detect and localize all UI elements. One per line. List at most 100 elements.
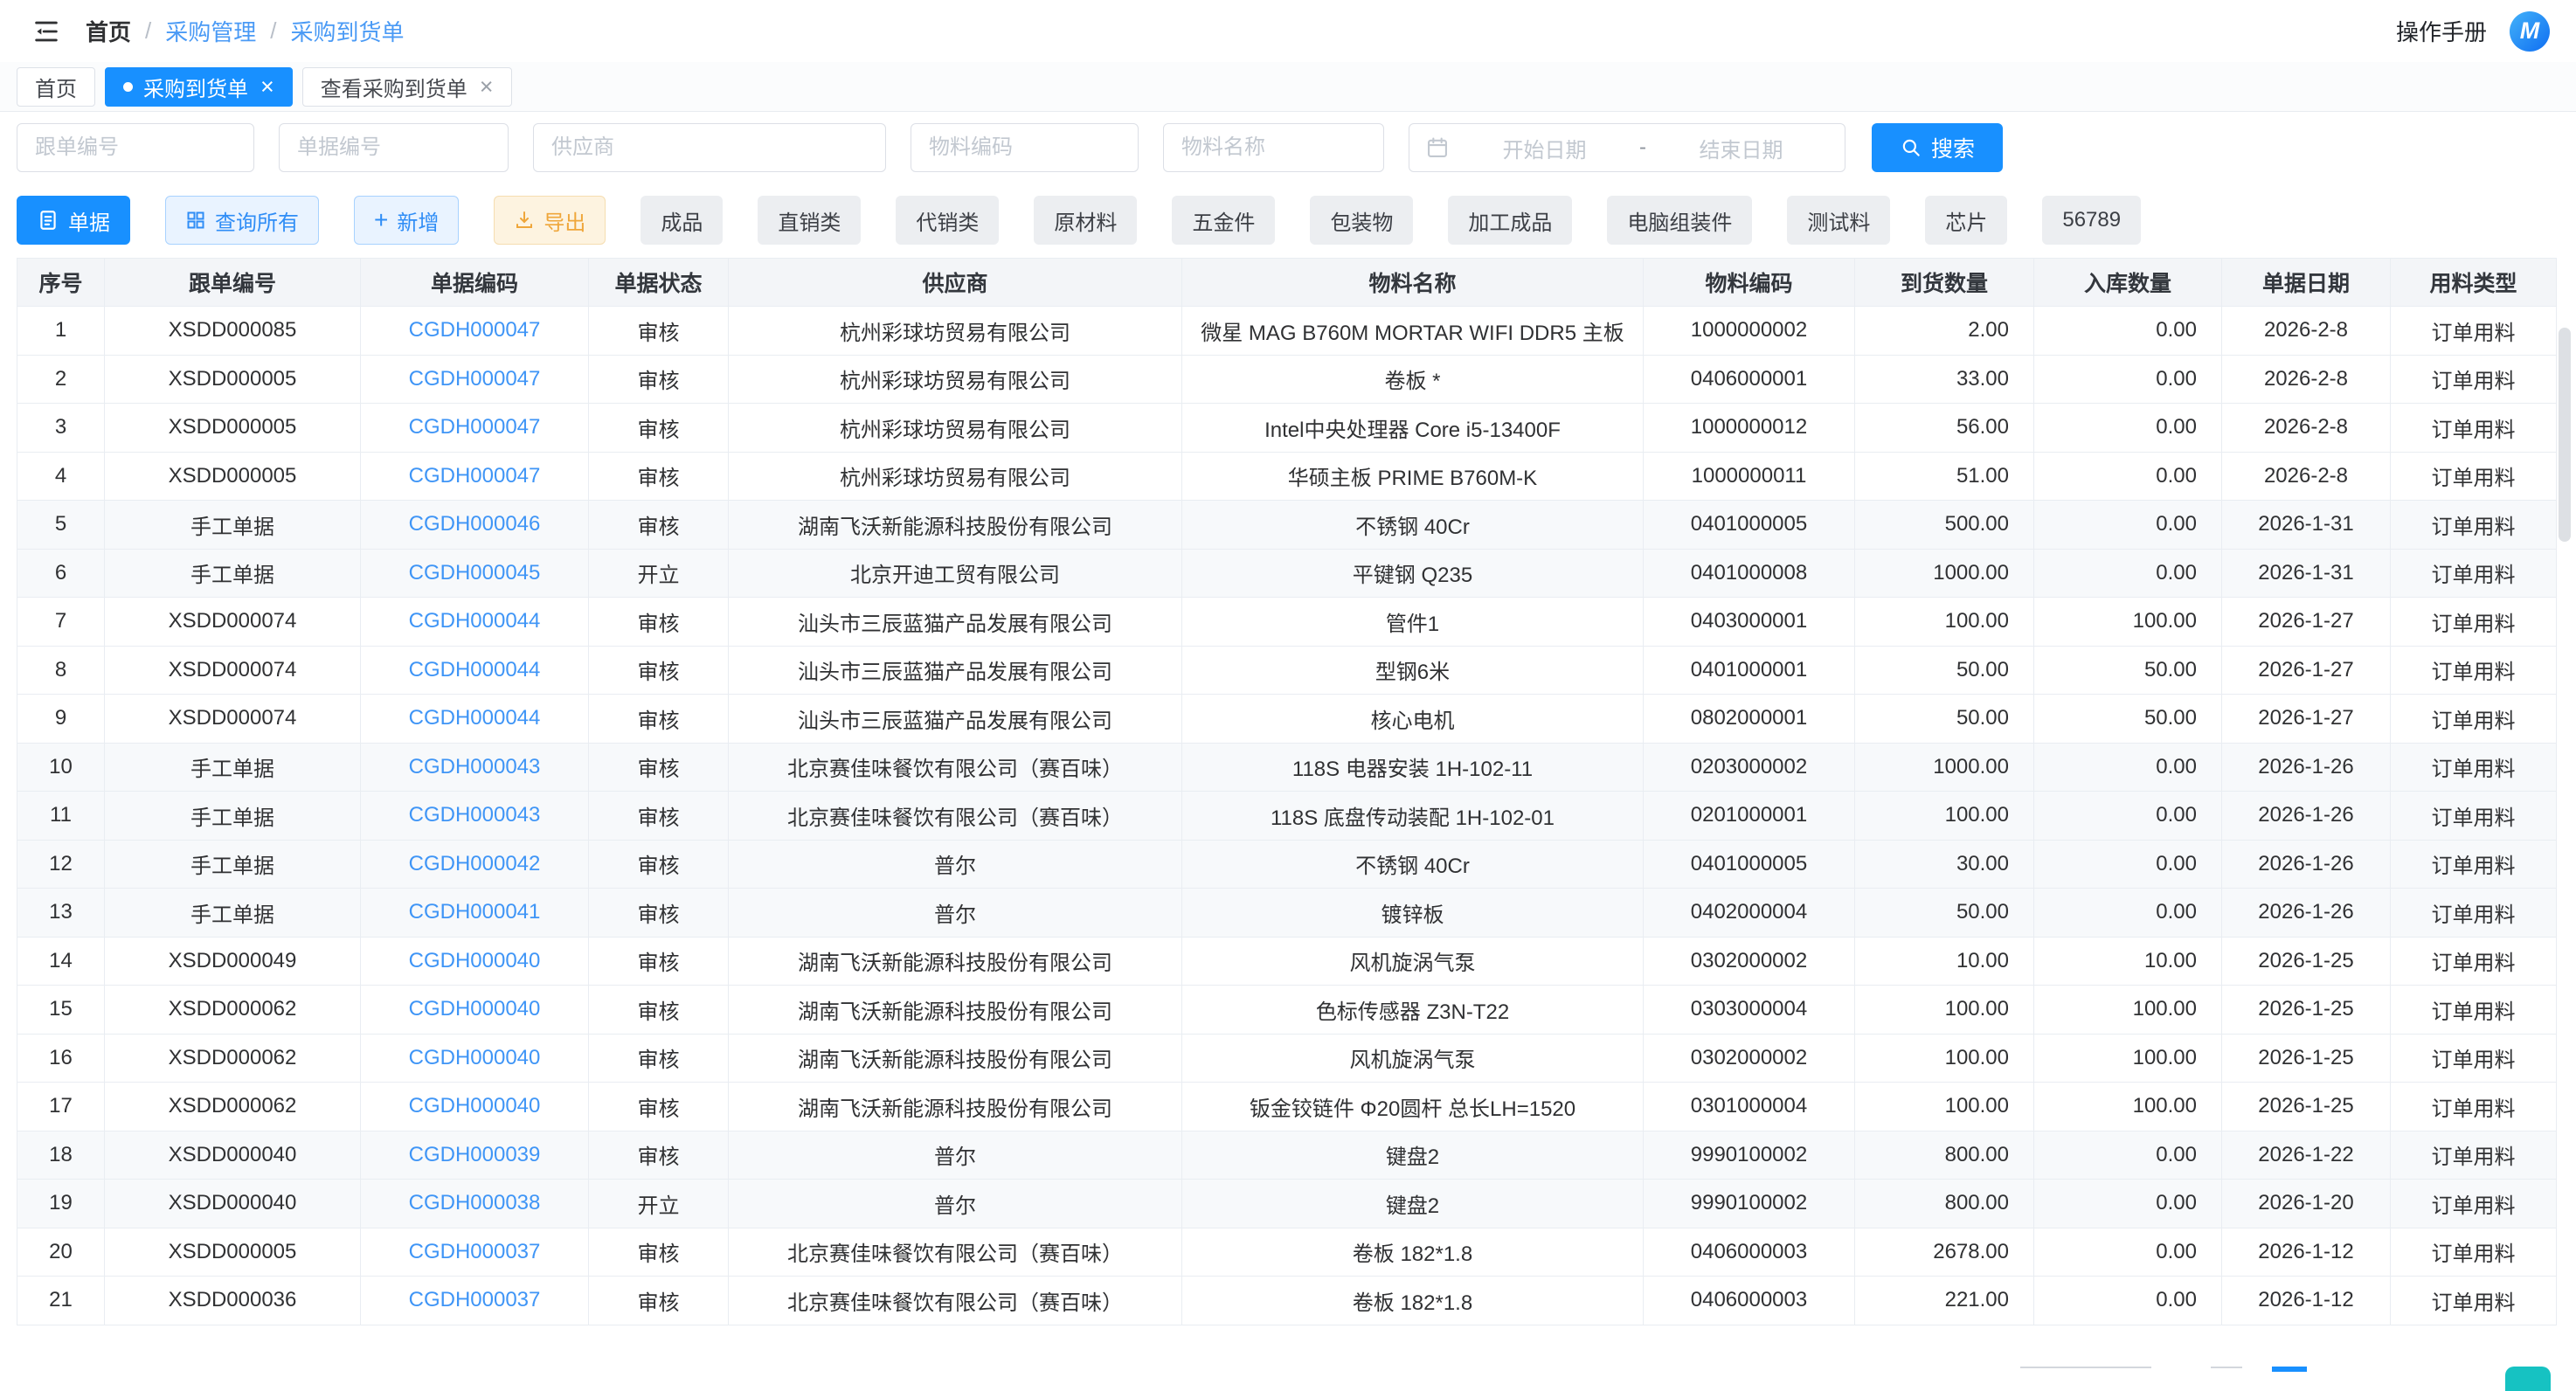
cell-doc-no: CGDH000047 bbox=[361, 404, 589, 453]
doc-no-link[interactable]: CGDH000047 bbox=[409, 367, 541, 391]
cell-seq: 13 bbox=[17, 889, 105, 938]
doc-no-link[interactable]: CGDH000040 bbox=[409, 1046, 541, 1069]
doc-no-link[interactable]: CGDH000044 bbox=[409, 609, 541, 633]
category-filter-button[interactable]: 加工成品 bbox=[1448, 196, 1572, 245]
col-seq: 序号 bbox=[17, 259, 105, 307]
cell-arrival-qty: 100.00 bbox=[1855, 792, 2034, 841]
tab-close-icon[interactable]: × bbox=[480, 75, 494, 99]
doc-no-link[interactable]: CGDH000040 bbox=[409, 1094, 541, 1118]
cell-doc-date: 2026-1-25 bbox=[2222, 1083, 2391, 1131]
cell-doc-date: 2026-2-8 bbox=[2222, 452, 2391, 501]
doc-no-link[interactable]: CGDH000047 bbox=[409, 464, 541, 488]
doc-no-link[interactable]: CGDH000047 bbox=[409, 318, 541, 342]
category-filter-button[interactable]: 直销类 bbox=[758, 196, 861, 245]
cell-supplier: 汕头市三辰蓝猫产品发展有限公司 bbox=[729, 695, 1182, 744]
doc-no-input[interactable] bbox=[279, 123, 509, 172]
breadcrumb-item-purchase-mgmt[interactable]: 采购管理 bbox=[165, 15, 256, 47]
doc-no-link[interactable]: CGDH000043 bbox=[409, 803, 541, 827]
category-filter-button[interactable]: 56789 bbox=[2042, 196, 2141, 245]
pagination-go-button[interactable] bbox=[2505, 1367, 2551, 1391]
query-all-button[interactable]: 查询所有 bbox=[165, 196, 319, 245]
doc-no-link[interactable]: CGDH000046 bbox=[409, 512, 541, 536]
doc-no-link[interactable]: CGDH000039 bbox=[409, 1143, 541, 1166]
cell-doc-date: 2026-1-26 bbox=[2222, 840, 2391, 889]
pagination-size-select[interactable] bbox=[2020, 1367, 2151, 1391]
doc-no-link[interactable]: CGDH000044 bbox=[409, 658, 541, 682]
tab-close-icon[interactable]: × bbox=[260, 75, 274, 99]
export-button[interactable]: 导出 bbox=[494, 196, 606, 245]
pagination-active-page[interactable] bbox=[2272, 1367, 2307, 1391]
cell-doc-date: 2026-2-8 bbox=[2222, 307, 2391, 356]
breadcrumb-separator: / bbox=[145, 17, 151, 45]
operation-manual-link[interactable]: 操作手册 bbox=[2396, 15, 2487, 47]
cell-status: 审核 bbox=[589, 695, 729, 744]
cell-doc-no: CGDH000040 bbox=[361, 1034, 589, 1083]
cell-material-name: 118S 底盘传动装配 1H-102-01 bbox=[1182, 792, 1644, 841]
breadcrumb-item-home[interactable]: 首页 bbox=[86, 15, 131, 47]
category-filter-button[interactable]: 原材料 bbox=[1034, 196, 1137, 245]
cell-supplier: 汕头市三辰蓝猫产品发展有限公司 bbox=[729, 598, 1182, 647]
cell-inbound-qty: 0.00 bbox=[2034, 307, 2222, 356]
doc-no-link[interactable]: CGDH000047 bbox=[409, 415, 541, 439]
material-name-input[interactable] bbox=[1163, 123, 1384, 172]
cell-seq: 6 bbox=[17, 549, 105, 598]
category-filter-button[interactable]: 测试料 bbox=[1787, 196, 1890, 245]
order-no-input[interactable] bbox=[17, 123, 254, 172]
cell-order-no: 手工单据 bbox=[105, 889, 361, 938]
cell-supplier: 北京赛佳味餐饮有限公司（赛百味） bbox=[729, 743, 1182, 792]
doc-no-link[interactable]: CGDH000040 bbox=[409, 997, 541, 1021]
supplier-input[interactable] bbox=[533, 123, 886, 172]
search-icon bbox=[1900, 136, 1922, 159]
cell-material-type: 订单用料 bbox=[2391, 1083, 2557, 1131]
table-row: 2 XSDD000005 CGDH000047 审核 杭州彩球坊贸易有限公司 卷… bbox=[17, 355, 2557, 404]
cell-doc-date: 2026-1-31 bbox=[2222, 549, 2391, 598]
cell-arrival-qty: 100.00 bbox=[1855, 598, 2034, 647]
doc-no-link[interactable]: CGDH000037 bbox=[409, 1240, 541, 1263]
breadcrumb-item-current[interactable]: 采购到货单 bbox=[291, 15, 405, 47]
cell-material-type: 订单用料 bbox=[2391, 1131, 2557, 1180]
doc-no-link[interactable]: CGDH000042 bbox=[409, 852, 541, 875]
category-filter-button[interactable]: 电脑组装件 bbox=[1607, 196, 1752, 245]
tab-view-purchase-arrival[interactable]: 查看采购到货单 × bbox=[302, 67, 512, 107]
cell-material-code: 0402000004 bbox=[1644, 889, 1855, 938]
doc-no-link[interactable]: CGDH000043 bbox=[409, 755, 541, 779]
category-filter-button[interactable]: 成品 bbox=[641, 196, 723, 245]
doc-no-link[interactable]: CGDH000041 bbox=[409, 900, 541, 924]
doc-no-link[interactable]: CGDH000040 bbox=[409, 949, 541, 972]
material-code-input[interactable] bbox=[911, 123, 1139, 172]
cell-material-code: 0403000001 bbox=[1644, 598, 1855, 647]
cell-seq: 17 bbox=[17, 1083, 105, 1131]
cell-material-name: 微星 MAG B760M MORTAR WIFI DDR5 主板 bbox=[1182, 307, 1644, 356]
search-button[interactable]: 搜索 bbox=[1872, 123, 2003, 172]
date-range-picker[interactable]: 开始日期 - 结束日期 bbox=[1409, 123, 1845, 172]
document-button[interactable]: 单据 bbox=[17, 196, 130, 245]
pagination-page-button[interactable] bbox=[2211, 1367, 2242, 1391]
doc-no-link[interactable]: CGDH000038 bbox=[409, 1191, 541, 1215]
cell-arrival-qty: 51.00 bbox=[1855, 452, 2034, 501]
cell-material-name: 118S 电器安装 1H-102-11 bbox=[1182, 743, 1644, 792]
date-end-placeholder: 结束日期 bbox=[1653, 133, 1829, 163]
cell-status: 开立 bbox=[589, 549, 729, 598]
cell-material-name: 不锈钢 40Cr bbox=[1182, 840, 1644, 889]
category-filter-button[interactable]: 包装物 bbox=[1310, 196, 1413, 245]
doc-no-link[interactable]: CGDH000044 bbox=[409, 706, 541, 730]
cell-doc-date: 2026-1-26 bbox=[2222, 743, 2391, 792]
doc-no-link[interactable]: CGDH000037 bbox=[409, 1288, 541, 1311]
cell-material-type: 订单用料 bbox=[2391, 792, 2557, 841]
add-button[interactable]: + 新增 bbox=[354, 196, 459, 245]
cell-material-code: 0401000001 bbox=[1644, 646, 1855, 695]
doc-no-link[interactable]: CGDH000045 bbox=[409, 561, 541, 585]
cell-material-name: 风机旋涡气泵 bbox=[1182, 1034, 1644, 1083]
tab-purchase-arrival[interactable]: 采购到货单 × bbox=[105, 67, 293, 107]
user-avatar[interactable]: M bbox=[2510, 11, 2550, 52]
category-filter-button[interactable]: 代销类 bbox=[896, 196, 999, 245]
cell-material-name: Intel中央处理器 Core i5-13400F bbox=[1182, 404, 1644, 453]
cell-material-name: 键盘2 bbox=[1182, 1131, 1644, 1180]
menu-collapse-icon[interactable] bbox=[26, 11, 66, 52]
category-filter-button[interactable]: 五金件 bbox=[1172, 196, 1275, 245]
tab-home[interactable]: 首页 bbox=[17, 67, 95, 107]
cell-inbound-qty: 0.00 bbox=[2034, 889, 2222, 938]
category-filter-button[interactable]: 芯片 bbox=[1925, 196, 2007, 245]
cell-arrival-qty: 50.00 bbox=[1855, 646, 2034, 695]
vertical-scrollbar-thumb[interactable] bbox=[2559, 328, 2571, 542]
